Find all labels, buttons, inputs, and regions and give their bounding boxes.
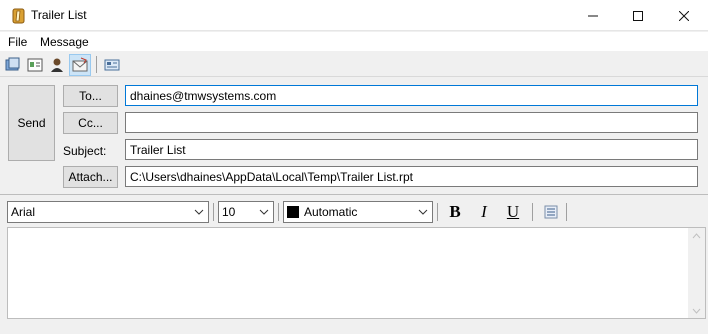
font-value: Arial xyxy=(11,205,36,219)
bold-button[interactable]: B xyxy=(444,201,466,223)
toolbar-separator xyxy=(96,56,97,73)
message-body[interactable] xyxy=(7,227,706,319)
size-select[interactable]: 10 xyxy=(218,201,274,223)
chevron-down-icon xyxy=(258,206,270,218)
to-button[interactable]: To... xyxy=(63,85,118,107)
close-button[interactable] xyxy=(661,0,707,31)
color-swatch xyxy=(287,206,299,218)
to-field[interactable]: dhaines@tmwsystems.com xyxy=(125,85,698,106)
address-book-icon[interactable] xyxy=(3,55,23,75)
minimize-icon xyxy=(588,15,598,16)
vertical-scrollbar[interactable] xyxy=(688,228,705,318)
minimize-button[interactable] xyxy=(570,0,616,31)
size-value: 10 xyxy=(222,205,236,219)
underline-button[interactable]: U xyxy=(502,201,524,223)
format-separator xyxy=(566,203,567,221)
bullets-icon[interactable] xyxy=(540,201,562,223)
scroll-arrows-icon xyxy=(692,233,701,314)
menu-message[interactable]: Message xyxy=(40,35,89,49)
envelope-icon[interactable] xyxy=(69,54,91,76)
format-separator xyxy=(213,203,214,221)
close-icon xyxy=(679,10,689,21)
properties-icon[interactable] xyxy=(102,55,122,75)
menu-file[interactable]: File xyxy=(8,35,27,49)
italic-button[interactable]: I xyxy=(473,201,495,223)
contact-card-icon[interactable] xyxy=(25,55,45,75)
maximize-button[interactable] xyxy=(615,0,661,31)
subject-field[interactable]: Trailer List xyxy=(125,139,698,160)
color-select[interactable]: Automatic xyxy=(283,201,433,223)
user-icon[interactable] xyxy=(47,55,67,75)
chevron-down-icon xyxy=(417,206,429,218)
format-separator xyxy=(278,203,279,221)
cc-field[interactable] xyxy=(125,112,698,133)
window-title: Trailer List xyxy=(31,8,87,22)
attach-field[interactable]: C:\Users\dhaines\AppData\Local\Temp\Trai… xyxy=(125,166,698,187)
color-value: Automatic xyxy=(304,205,358,219)
font-select[interactable]: Arial xyxy=(7,201,209,223)
maximize-icon xyxy=(633,10,643,21)
format-separator xyxy=(532,203,533,221)
cc-button[interactable]: Cc... xyxy=(63,112,118,134)
menu-bar xyxy=(0,32,708,51)
chevron-down-icon xyxy=(193,206,205,218)
subject-label: Subject: xyxy=(63,144,107,158)
send-button[interactable]: Send xyxy=(8,85,55,161)
attach-button[interactable]: Attach... xyxy=(63,166,118,188)
format-separator xyxy=(437,203,438,221)
app-icon xyxy=(11,8,27,24)
divider xyxy=(0,194,708,195)
